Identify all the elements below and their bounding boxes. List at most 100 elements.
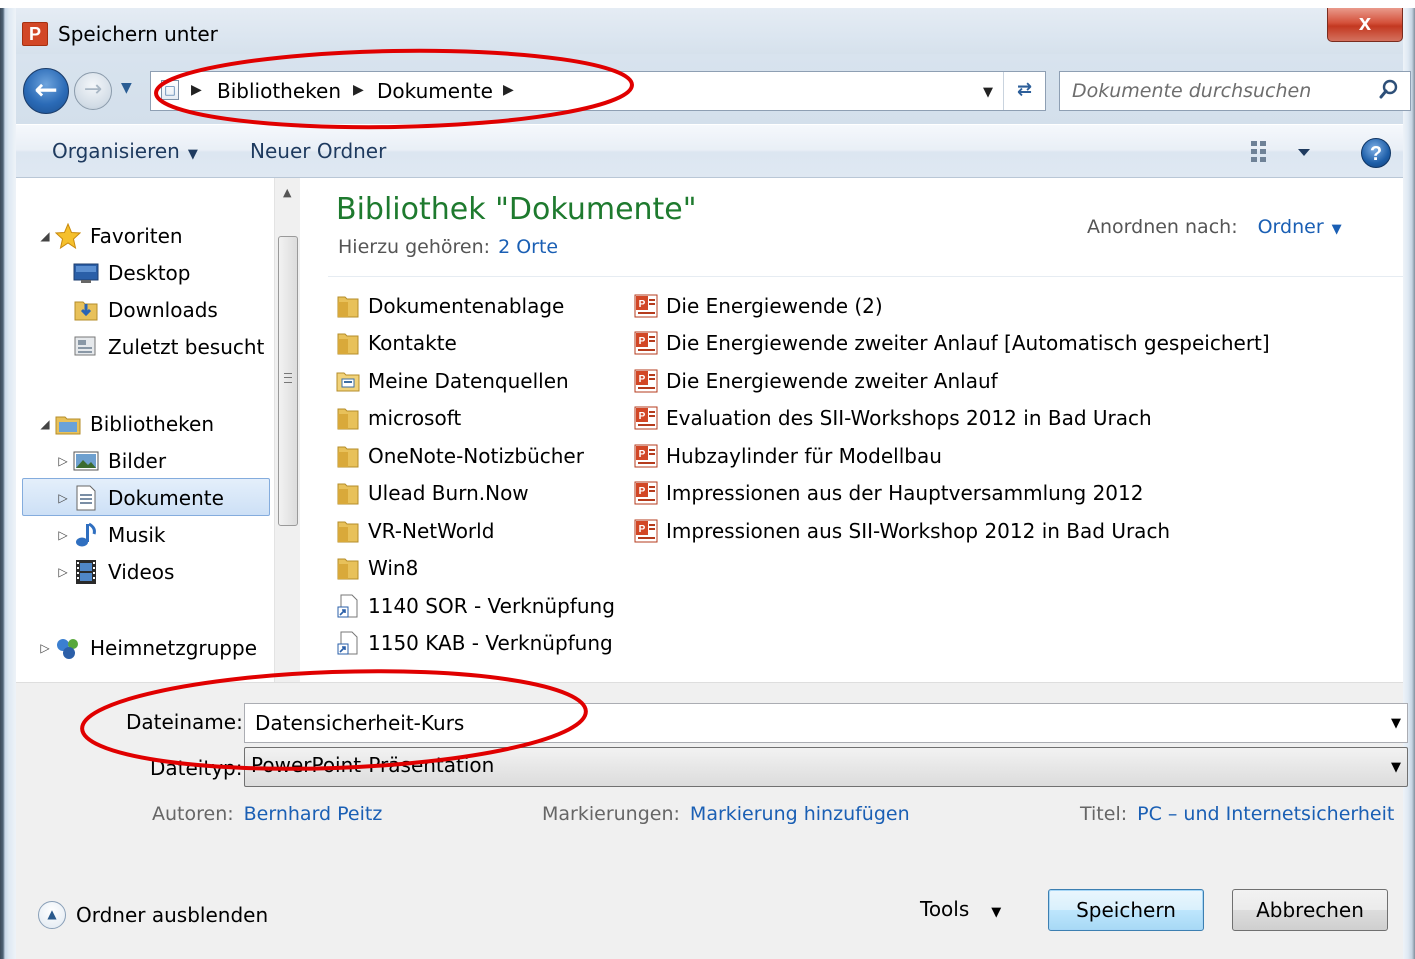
filename-input[interactable]	[255, 710, 1355, 736]
nav-item-label: Videos	[108, 560, 175, 584]
nav-item-label: Zuletzt besucht	[108, 335, 265, 359]
hide-folders-button[interactable]: ▲ Ordner ausblenden	[38, 901, 268, 929]
library-includes: Hierzu gehören: 2 Orte	[338, 236, 558, 258]
collapse-arrow-icon[interactable]: ◢	[36, 417, 54, 431]
chevron-down-icon: ▼	[187, 147, 198, 162]
hide-folders-label: Ordner ausblenden	[76, 903, 269, 927]
search-input[interactable]	[1072, 78, 1362, 104]
save-options-panel: Dateiname: ▼ Dateityp: PowerPoint-Präsen…	[16, 682, 1408, 959]
list-item[interactable]: P Impressionen aus SII-Workshop 2012 in …	[634, 514, 1170, 548]
nav-item-videos[interactable]: ▷ Videos	[54, 554, 174, 590]
organize-button[interactable]: Organisieren ▼	[52, 139, 198, 163]
list-item[interactable]: Kontakte	[336, 326, 457, 360]
navigation-bar: ← → ▼ □ ▶ Bibliotheken ▶ Dokumente ▶ ▼ ⇄	[16, 54, 1411, 124]
forward-button[interactable]: →	[74, 72, 112, 110]
powerpoint-file-icon: P	[634, 330, 658, 356]
tools-label: Tools	[920, 897, 970, 921]
expand-arrow-icon[interactable]: ▷	[54, 454, 72, 468]
item-name: Evaluation des SII-Workshops 2012 in Bad…	[666, 406, 1152, 430]
change-view-icon[interactable]	[1248, 137, 1318, 167]
filename-label: Dateiname:	[126, 710, 243, 734]
library-icon: □	[161, 80, 179, 100]
nav-item-musik[interactable]: ▷ Musik	[54, 517, 166, 553]
breadcrumb-separator-icon[interactable]: ▶	[503, 82, 514, 98]
close-button[interactable]: x	[1327, 8, 1403, 42]
list-item[interactable]: P Die Energiewende (2)	[634, 289, 883, 323]
tools-button[interactable]: Tools ▼	[920, 897, 1001, 921]
list-item[interactable]: P Die Energiewende zweiter Anlauf	[634, 364, 998, 398]
nav-item-bilder[interactable]: ▷ Bilder	[54, 443, 166, 479]
list-item[interactable]: microsoft	[336, 401, 461, 435]
list-item[interactable]: Dokumentenablage	[336, 289, 564, 323]
folder-icon	[336, 330, 360, 356]
expand-arrow-icon[interactable]: ▷	[54, 565, 72, 579]
folder-icon	[336, 555, 360, 581]
nav-item-label: Dokumente	[108, 486, 224, 510]
address-bar[interactable]: □ ▶ Bibliotheken ▶ Dokumente ▶ ▼ ⇄	[150, 71, 1046, 111]
list-item[interactable]: Win8	[336, 551, 418, 585]
svg-text:P: P	[639, 374, 646, 385]
help-button[interactable]: ?	[1361, 138, 1391, 168]
powerpoint-file-icon: P	[634, 293, 658, 319]
nav-pane-scrollbar[interactable]: ▲	[274, 178, 300, 682]
expand-arrow-icon[interactable]: ▷	[54, 491, 72, 505]
chevron-down-icon[interactable]: ▼	[1332, 222, 1342, 237]
chevron-down-icon[interactable]: ▼	[1391, 716, 1401, 731]
filetype-value: PowerPoint-Präsentation	[251, 753, 495, 777]
list-item[interactable]: Meine Datenquellen	[336, 364, 569, 398]
recent-locations-dropdown[interactable]: ▼	[121, 80, 132, 96]
collapse-arrow-icon[interactable]: ◢	[36, 229, 54, 243]
tags-field: Markierungen: Markierung hinzufügen	[542, 803, 910, 825]
filename-combobox[interactable]: ▼	[244, 703, 1408, 743]
breadcrumb-dokumente[interactable]: Dokumente	[377, 79, 493, 103]
expand-arrow-icon[interactable]: ▷	[36, 641, 54, 655]
title-field: Titel: PC – und Internetsicherheit	[1080, 803, 1394, 825]
search-icon[interactable]	[1378, 78, 1400, 100]
back-button[interactable]: ←	[23, 68, 69, 114]
nav-item-recent[interactable]: Zuletzt besucht	[72, 329, 264, 365]
cancel-button[interactable]: Abbrechen	[1232, 889, 1388, 931]
item-name: 1140 SOR - Verknüpfung	[368, 594, 615, 618]
nav-homegroup[interactable]: ▷ Heimnetzgruppe	[36, 630, 257, 666]
arrange-by-dropdown[interactable]: Ordner	[1258, 216, 1324, 238]
scrollbar-thumb[interactable]	[278, 236, 298, 526]
nav-item-dokumente[interactable]: ▷ Dokumente	[54, 480, 224, 516]
list-item[interactable]: P Die Energiewende zweiter Anlauf [Autom…	[634, 326, 1270, 360]
new-folder-button[interactable]: Neuer Ordner	[250, 139, 386, 163]
list-item[interactable]: P Evaluation des SII-Workshops 2012 in B…	[634, 401, 1152, 435]
breadcrumb-bibliotheken[interactable]: Bibliotheken	[217, 79, 341, 103]
list-item[interactable]: 1140 SOR - Verknüpfung	[336, 589, 615, 623]
address-history-dropdown[interactable]: ▼	[983, 85, 993, 100]
breadcrumb-separator-icon[interactable]: ▶	[191, 82, 202, 98]
add-tag-link[interactable]: Markierung hinzufügen	[690, 803, 910, 825]
nav-item-desktop[interactable]: Desktop	[72, 255, 190, 291]
item-name: Meine Datenquellen	[368, 369, 569, 393]
item-name: Win8	[368, 556, 419, 580]
chevron-down-icon: ▼	[991, 905, 1002, 920]
title-value[interactable]: PC – und Internetsicherheit	[1137, 803, 1394, 825]
list-item[interactable]: VR-NetWorld	[336, 514, 494, 548]
nav-libraries[interactable]: ◢ Bibliotheken	[36, 406, 214, 442]
breadcrumb-separator-icon[interactable]: ▶	[353, 82, 364, 98]
expand-arrow-icon[interactable]: ▷	[54, 528, 72, 542]
folder-icon	[336, 405, 360, 431]
nav-favorites[interactable]: ◢ Favoriten	[36, 218, 183, 254]
authors-value[interactable]: Bernhard Peitz	[244, 803, 383, 825]
search-box[interactable]	[1059, 71, 1411, 111]
refresh-button[interactable]: ⇄	[1003, 72, 1045, 110]
list-item[interactable]: OneNote-Notizbücher	[336, 439, 584, 473]
downloads-icon	[72, 297, 100, 323]
list-item[interactable]: 1150 KAB - Verknüpfung	[336, 626, 613, 660]
command-bar: Organisieren ▼ Neuer Ordner ?	[16, 124, 1403, 178]
list-item[interactable]: P Hubzaylinder für Modellbau	[634, 439, 942, 473]
scroll-up-arrow-icon[interactable]: ▲	[283, 186, 291, 199]
folder-icon	[336, 518, 360, 544]
includes-locations-link[interactable]: 2 Orte	[498, 236, 558, 258]
chevron-down-icon[interactable]: ▼	[1391, 760, 1401, 775]
nav-item-downloads[interactable]: Downloads	[72, 292, 218, 328]
list-item[interactable]: Ulead Burn.Now	[336, 476, 529, 510]
list-item[interactable]: P Impressionen aus der Hauptversammlung …	[634, 476, 1143, 510]
save-button[interactable]: Speichern	[1048, 889, 1204, 931]
item-name: 1150 KAB - Verknüpfung	[368, 631, 613, 655]
filetype-dropdown[interactable]: PowerPoint-Präsentation ▼	[244, 747, 1408, 787]
